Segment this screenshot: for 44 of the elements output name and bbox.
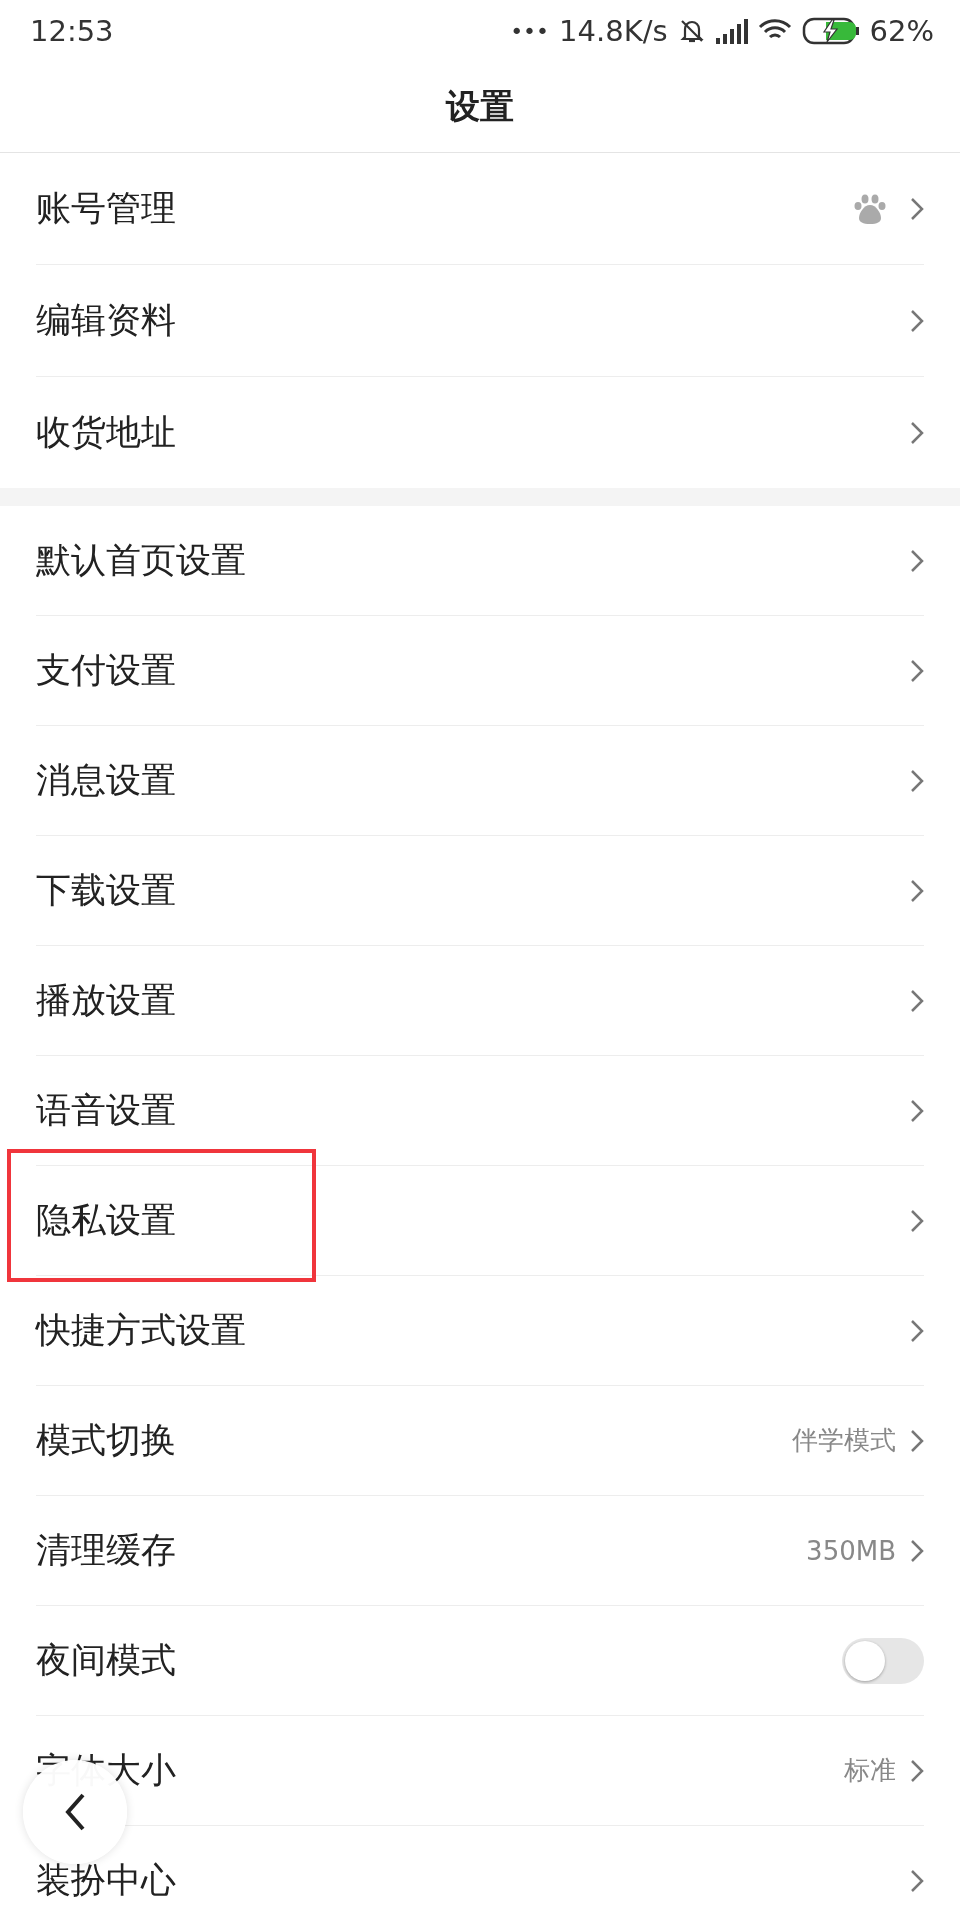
chevron-right-icon [910, 988, 924, 1013]
setting-label: 支付设置 [36, 649, 177, 692]
setting-value: 标准 [844, 1754, 896, 1787]
setting-value: 伴学模式 [792, 1424, 896, 1457]
setting-label: 模式切换 [36, 1419, 177, 1462]
battery-percent: 62% [869, 14, 934, 48]
more-dots: ••• [510, 18, 550, 44]
chevron-right-icon [910, 308, 924, 333]
network-speed: 14.8K/s [559, 14, 668, 48]
setting-label: 账号管理 [36, 187, 177, 230]
paw-icon [854, 192, 886, 225]
setting-label: 隐私设置 [36, 1199, 177, 1242]
page-title: 设置 [446, 85, 514, 128]
setting-label: 语音设置 [36, 1089, 177, 1132]
chevron-right-icon [910, 658, 924, 683]
chevron-right-icon [910, 878, 924, 903]
chevron-right-icon [910, 1758, 924, 1783]
back-icon [64, 1792, 86, 1832]
clock: 12:53 [30, 14, 114, 48]
setting-label: 消息设置 [36, 759, 177, 802]
setting-value: 350MB [806, 1535, 896, 1566]
chevron-right-icon [910, 768, 924, 793]
setting-label: 默认首页设置 [36, 539, 247, 582]
chevron-right-icon [910, 1538, 924, 1563]
chevron-right-icon [910, 1428, 924, 1453]
chevron-right-icon [910, 1318, 924, 1343]
chevron-right-icon [910, 420, 924, 445]
setting-label: 下载设置 [36, 869, 177, 912]
setting-label: 装扮中心 [36, 1859, 177, 1902]
chevron-right-icon [910, 196, 924, 221]
setting-label: 字体大小 [36, 1749, 177, 1792]
chevron-right-icon [910, 548, 924, 573]
setting-label: 清理缓存 [36, 1529, 177, 1572]
setting-label: 快捷方式设置 [36, 1309, 247, 1352]
chevron-right-icon [910, 1098, 924, 1123]
chevron-right-icon [910, 1868, 924, 1893]
setting-label: 收货地址 [36, 411, 177, 454]
battery-charging-icon [801, 17, 860, 45]
setting-label: 编辑资料 [36, 299, 177, 342]
signal-icon [715, 18, 748, 44]
chevron-right-icon [910, 1208, 924, 1233]
toggle-switch[interactable] [842, 1637, 924, 1684]
setting-label: 播放设置 [36, 979, 177, 1022]
setting-label: 夜间模式 [36, 1639, 177, 1682]
